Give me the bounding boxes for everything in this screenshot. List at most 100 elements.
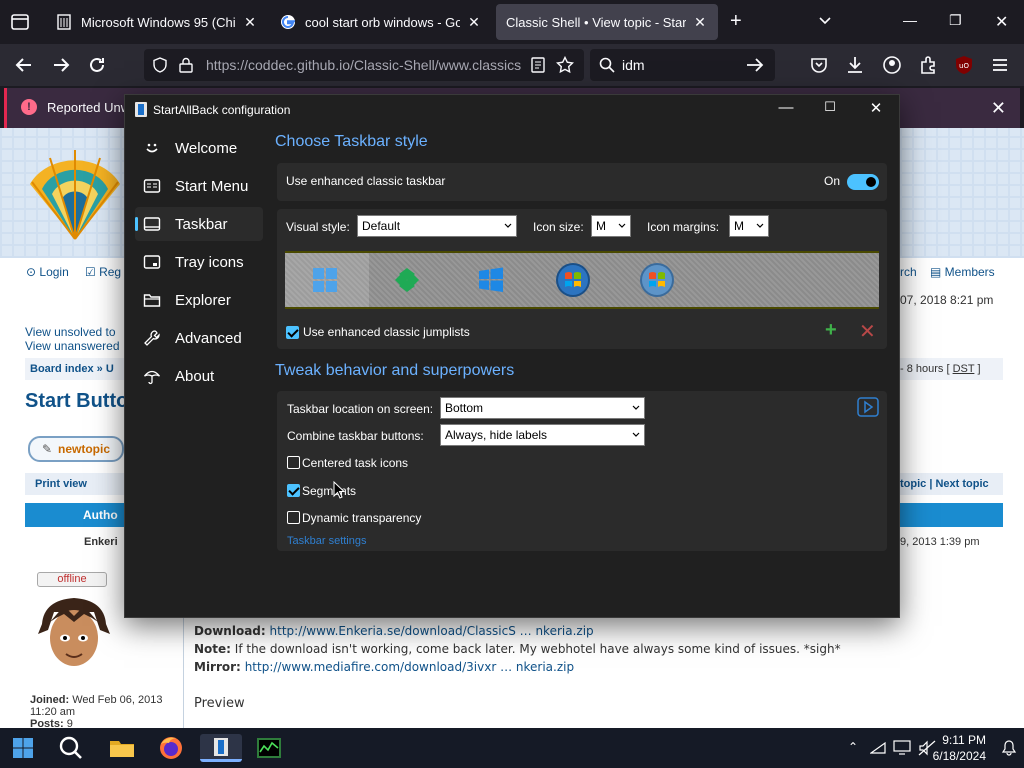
login-link[interactable]: ⊙ Login (26, 265, 69, 279)
start-icon[interactable] (8, 734, 38, 762)
combine-buttons-select[interactable]: Always, hide labels (440, 424, 645, 446)
segments-checkbox[interactable] (287, 484, 300, 497)
firefox-icon[interactable] (156, 734, 186, 762)
bookmark-star-icon[interactable] (556, 56, 574, 74)
chevron-down-icon (632, 405, 640, 410)
lock-icon[interactable] (179, 57, 193, 73)
notification-bell-icon[interactable] (1001, 740, 1017, 756)
restore-icon[interactable]: ❐ (949, 12, 962, 29)
reload-icon[interactable] (86, 54, 108, 76)
jumplists-label: Use enhanced classic jumplists (303, 325, 470, 339)
download-icon[interactable] (844, 54, 866, 76)
dynamic-transparency-checkbox[interactable] (287, 511, 300, 524)
taskbar-location-select[interactable]: Bottom (440, 397, 645, 419)
extensions-icon[interactable] (917, 54, 939, 76)
win11-logo-icon[interactable] (311, 266, 339, 294)
search-bar[interactable]: idm (590, 49, 775, 81)
page-title: Start Butto (25, 390, 129, 412)
author-name[interactable]: Enkeri (84, 536, 118, 548)
taskbar-style-preview[interactable] (285, 251, 879, 309)
tray-icon (143, 255, 161, 269)
maximize-icon[interactable]: ☐ (815, 99, 845, 115)
new-topic-button[interactable]: ✎ newtopic (28, 436, 124, 462)
url-bar[interactable]: https://coddec.github.io/Classic-Shell/w… (144, 49, 584, 81)
nav-welcome[interactable]: Welcome (135, 131, 263, 165)
minimize-icon[interactable]: — (771, 99, 801, 116)
chevron-down-icon[interactable] (818, 14, 832, 28)
icon-margins-select[interactable]: M (729, 215, 769, 237)
taskbar-icon (143, 217, 161, 231)
taskbar-location-label: Taskbar location on screen: (287, 402, 434, 416)
view-unanswered-link[interactable]: View unanswered (25, 339, 120, 353)
search-query[interactable]: idm (622, 57, 645, 73)
view-unsolved-link[interactable]: View unsolved to (25, 325, 116, 339)
display-icon[interactable] (893, 740, 911, 756)
enhanced-taskbar-toggle[interactable] (847, 174, 879, 190)
back-icon[interactable] (13, 54, 35, 76)
close-notification-icon[interactable]: ✕ (991, 98, 1006, 119)
search-link[interactable]: rch (900, 265, 917, 279)
jumplists-checkbox[interactable] (286, 326, 299, 339)
menu-icon[interactable] (989, 54, 1011, 76)
nav-advanced[interactable]: Advanced (135, 321, 263, 355)
win10-logo-icon[interactable] (477, 266, 505, 294)
close-tab-icon[interactable]: ✕ (242, 14, 258, 31)
dialog-titlebar[interactable]: StartAllBack configuration — ☐ ✕ (125, 95, 901, 125)
chevron-down-icon (632, 432, 640, 437)
tab-windows95[interactable]: Microsoft Windows 95 (Chicag ✕ (46, 4, 268, 40)
video-play-icon[interactable] (857, 397, 879, 417)
chevron-up-icon[interactable]: ⌃ (848, 740, 858, 754)
dialog-title: StartAllBack configuration (153, 103, 291, 117)
reader-view-icon[interactable] (531, 57, 545, 73)
taskmgr-icon[interactable] (254, 734, 284, 762)
visual-style-select[interactable]: Default (357, 215, 517, 237)
icon-size-select[interactable]: M (591, 215, 631, 237)
winxp-orb-icon[interactable] (639, 262, 675, 298)
new-tab-icon[interactable]: + (730, 11, 742, 31)
members-link[interactable]: ▤ Members (930, 265, 995, 279)
mirror-link[interactable]: http://www.mediafire.com/download/3ivxr … (245, 660, 574, 674)
topic-nav-links[interactable]: topic | Next topic (900, 478, 989, 490)
enhanced-taskbar-label: Use enhanced classic taskbar (286, 174, 446, 188)
startallback-taskbar-button[interactable] (200, 734, 242, 762)
close-dialog-icon[interactable]: ✕ (861, 99, 891, 117)
tab-classic-shell[interactable]: Classic Shell • View topic - Start But ✕ (496, 4, 718, 40)
win11-green-logo-icon[interactable] (393, 266, 421, 294)
nav-tray-icons[interactable]: Tray icons (135, 245, 263, 279)
print-view-link[interactable]: Print view (35, 478, 87, 490)
add-icon[interactable]: + (825, 319, 837, 342)
nav-about[interactable]: About (135, 359, 263, 393)
forward-icon[interactable] (50, 54, 72, 76)
url-text[interactable]: https://coddec.github.io/Classic-Shell/w… (206, 57, 521, 73)
download-link[interactable]: http://www.Enkeria.se/download/ClassicS … (270, 624, 594, 638)
close-window-icon[interactable]: ✕ (995, 12, 1008, 32)
account-icon[interactable] (881, 54, 903, 76)
register-link[interactable]: ☑ Reg (85, 265, 121, 279)
search-icon[interactable] (56, 734, 86, 762)
taskbar-clock[interactable]: 9:11 PM 6/18/2024 (933, 732, 986, 764)
ublock-icon[interactable]: uO (953, 54, 975, 76)
minimize-icon[interactable]: — (903, 12, 917, 28)
close-tab-icon[interactable]: ✕ (692, 14, 708, 31)
network-icon[interactable] (870, 741, 886, 755)
page-favicon-icon (57, 14, 71, 30)
pocket-icon[interactable] (808, 54, 830, 76)
tab-title: cool start orb windows - Googl (305, 14, 460, 30)
shield-icon[interactable] (152, 57, 168, 73)
go-arrow-icon[interactable] (746, 57, 764, 73)
user-avatar (38, 598, 110, 666)
remove-icon[interactable]: ✕ (859, 319, 876, 344)
centered-icons-checkbox[interactable] (287, 456, 300, 469)
board-index-link[interactable]: Board index » U (30, 363, 114, 375)
file-explorer-icon[interactable] (107, 734, 137, 762)
tab-google-search[interactable]: cool start orb windows - Googl ✕ (270, 4, 492, 40)
enhanced-taskbar-state: On (824, 174, 841, 188)
taskbar-settings-link[interactable]: Taskbar settings (287, 535, 366, 547)
nav-taskbar[interactable]: Taskbar (135, 207, 263, 241)
tab-list-icon[interactable] (8, 10, 32, 34)
close-tab-icon[interactable]: ✕ (466, 14, 482, 31)
current-date: 07, 2018 8:21 pm (900, 293, 994, 307)
nav-start-menu[interactable]: Start Menu (135, 169, 263, 203)
win7-orb-icon[interactable] (555, 262, 591, 298)
nav-explorer[interactable]: Explorer (135, 283, 263, 317)
